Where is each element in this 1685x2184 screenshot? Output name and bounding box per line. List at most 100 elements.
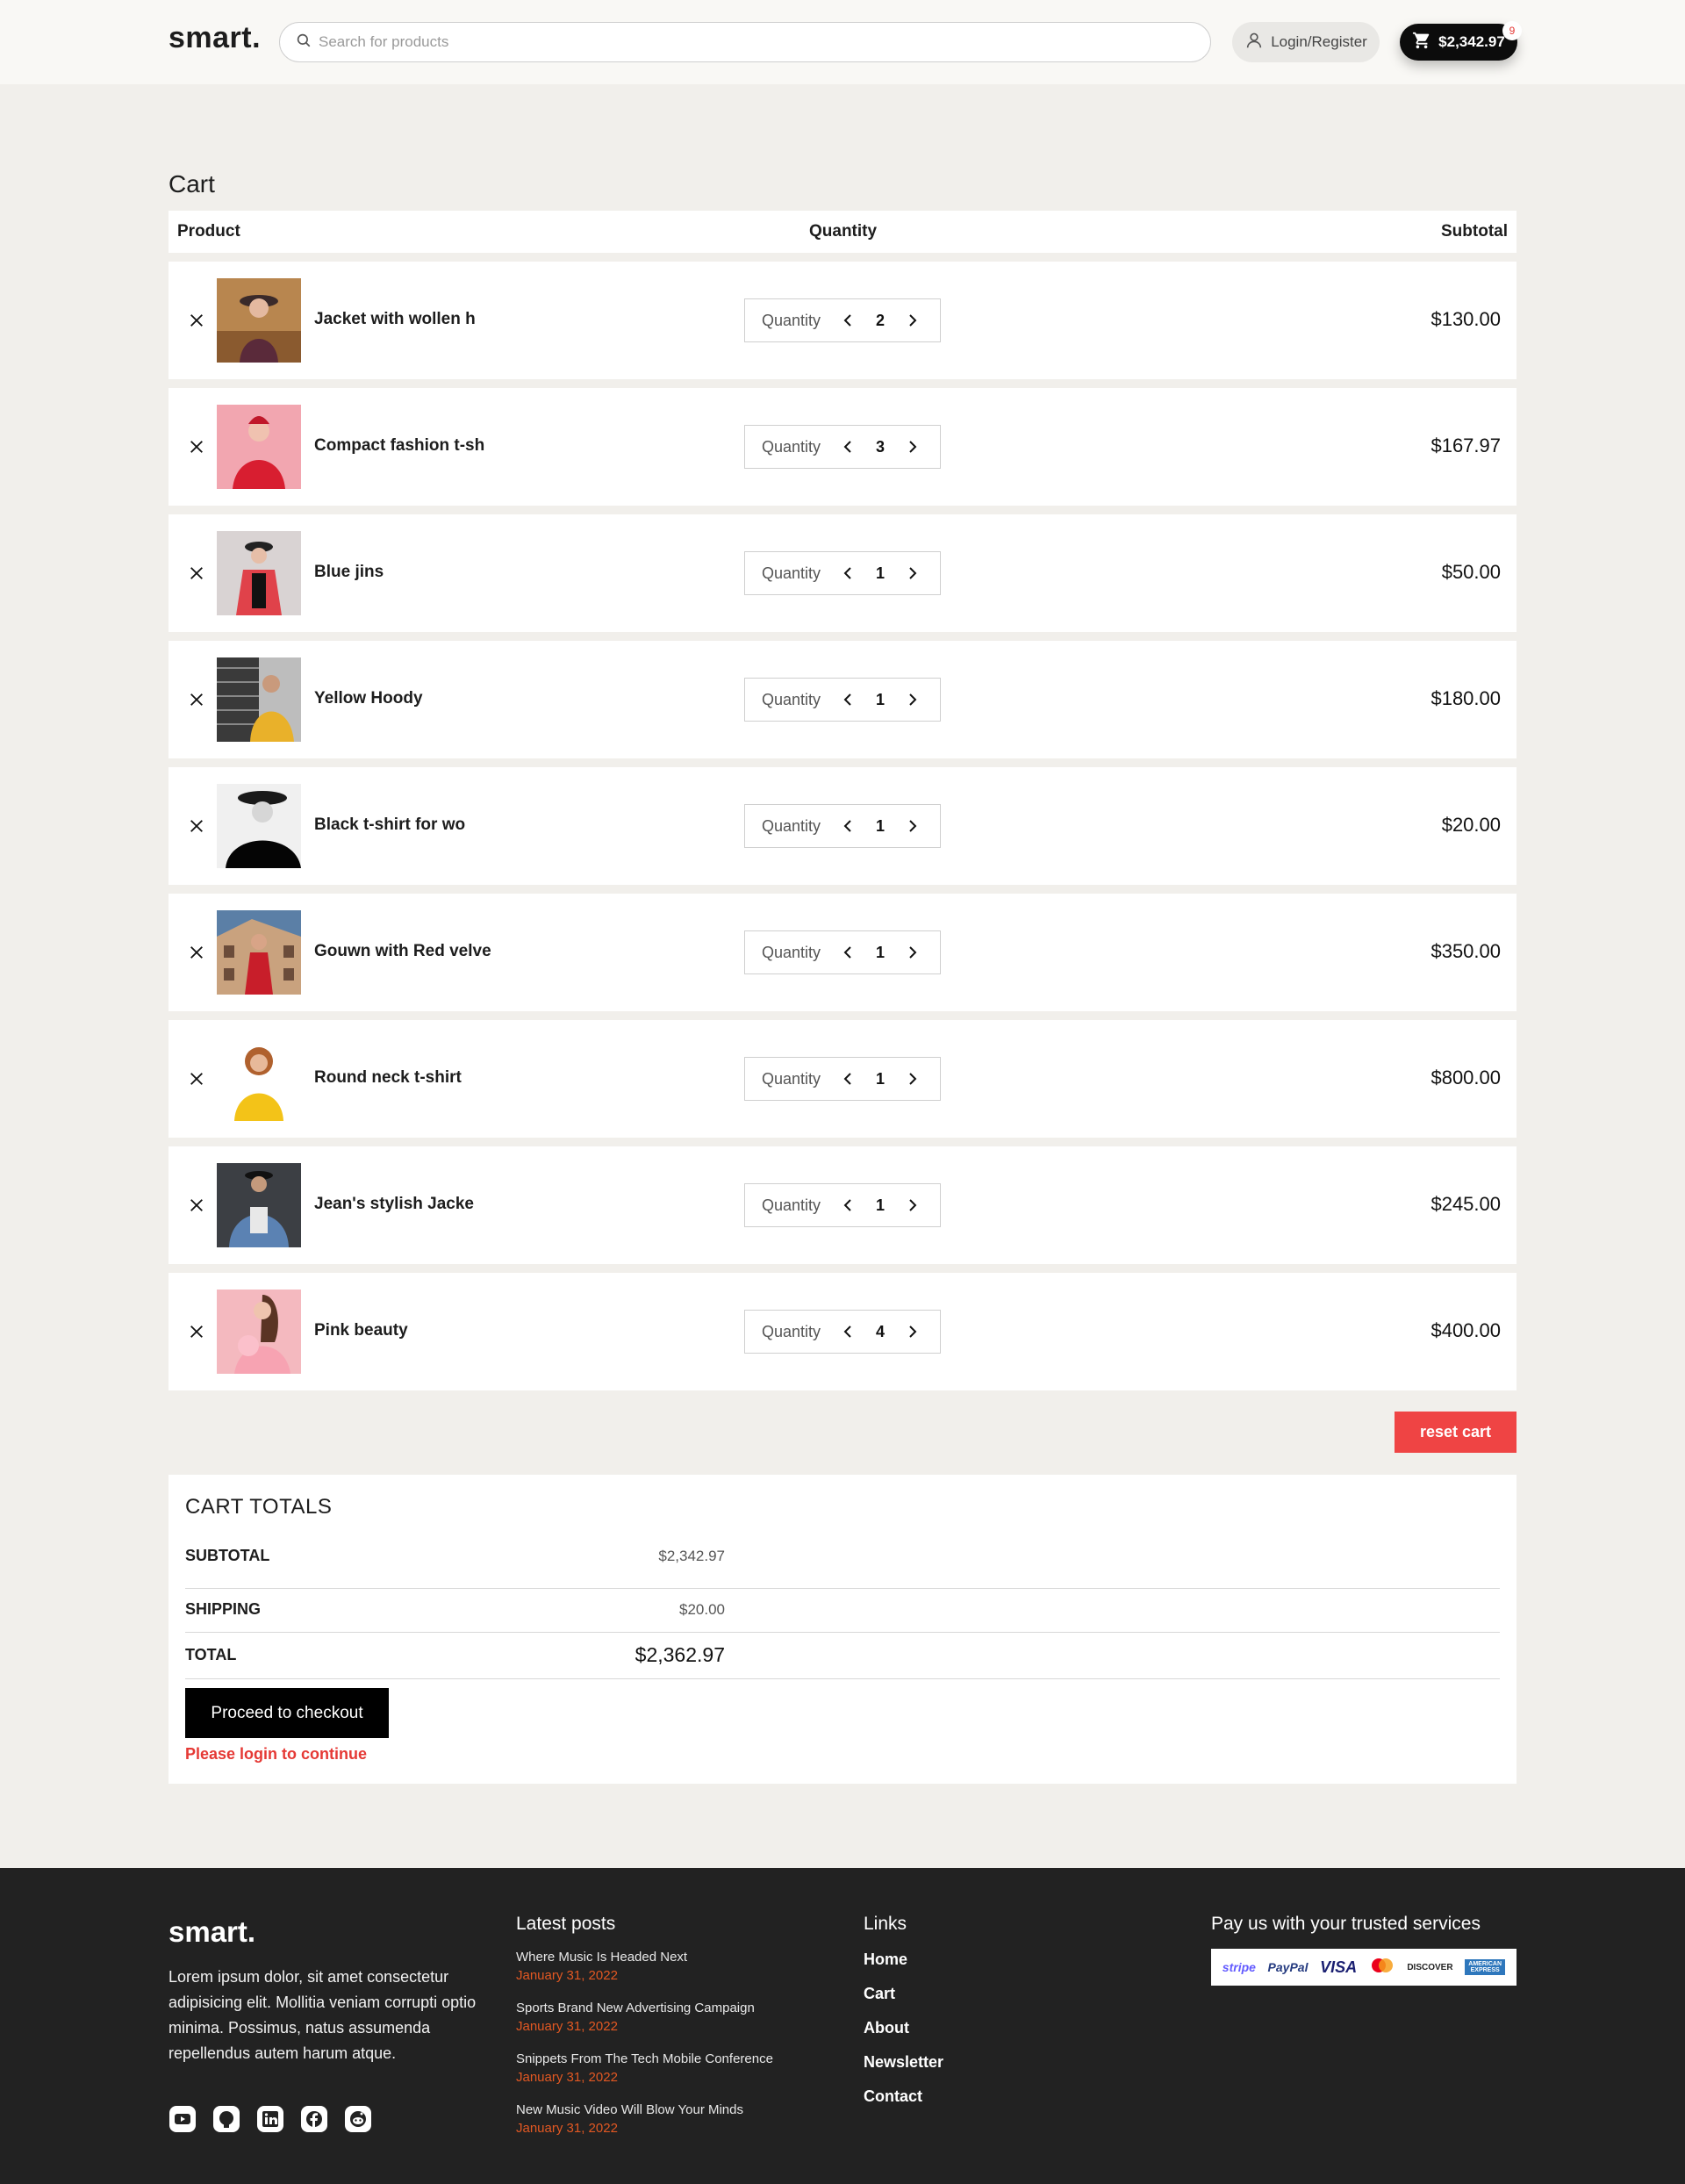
cart-row: Blue jins Quantity 1 $50.00 [168, 514, 1516, 632]
increase-quantity-icon[interactable] [907, 944, 921, 961]
increase-quantity-icon[interactable] [907, 691, 921, 708]
facebook-icon[interactable] [300, 2105, 328, 2133]
cart-row: Pink beauty Quantity 4 $400.00 [168, 1273, 1516, 1390]
decrease-quantity-icon[interactable] [842, 438, 856, 456]
post-title[interactable]: New Music Video Will Blow Your Minds [516, 2101, 850, 2119]
footer-link-newsletter[interactable]: Newsletter [864, 2051, 943, 2086]
increase-quantity-icon[interactable] [907, 312, 921, 329]
decrease-quantity-icon[interactable] [842, 691, 856, 708]
remove-item-icon[interactable] [186, 436, 207, 457]
amex-logo: AMERICAN EXPRESS [1465, 1959, 1506, 1975]
footer-logo[interactable]: smart. [168, 1915, 255, 1949]
post-date: January 31, 2022 [516, 2019, 618, 2034]
decrease-quantity-icon[interactable] [842, 312, 856, 329]
remove-item-icon[interactable] [186, 942, 207, 963]
remove-item-icon[interactable] [186, 1195, 207, 1216]
remove-item-icon[interactable] [186, 689, 207, 710]
product-name[interactable]: Black t-shirt for wo [314, 815, 465, 835]
total-value: $2,362.97 [635, 1643, 725, 1666]
quantity-label: Quantity [762, 1070, 821, 1088]
mastercard-icon [1369, 1957, 1395, 1979]
total-row: TOTAL $2,362.97 [185, 1633, 1500, 1679]
youtube-icon[interactable] [168, 2105, 197, 2133]
remove-item-icon[interactable] [186, 310, 207, 331]
product-name[interactable]: Pink beauty [314, 1321, 408, 1340]
product-thumbnail[interactable] [217, 405, 301, 489]
cart-row: Black t-shirt for wo Quantity 1 $20.00 [168, 767, 1516, 885]
search-bar[interactable] [279, 22, 1211, 62]
reddit-icon[interactable] [344, 2105, 372, 2133]
product-thumbnail[interactable] [217, 531, 301, 615]
increase-quantity-icon[interactable] [907, 1323, 921, 1340]
quantity-label: Quantity [762, 1323, 821, 1340]
increase-quantity-icon[interactable] [907, 1070, 921, 1088]
reset-cart-button[interactable]: reset cart [1395, 1412, 1516, 1453]
product-thumbnail[interactable] [217, 657, 301, 742]
post-title[interactable]: Sports Brand New Advertising Campaign [516, 2000, 850, 2017]
product-name[interactable]: Gouwn with Red velve [314, 942, 491, 961]
item-subtotal: $50.00 [1441, 561, 1501, 583]
search-icon [296, 32, 319, 53]
post-item[interactable]: Where Music Is Headed Next January 31, 2… [516, 1949, 850, 2000]
latest-posts-list: Where Music Is Headed Next January 31, 2… [516, 1949, 850, 2152]
cart-count-badge: 9 [1502, 21, 1522, 40]
login-register-button[interactable]: Login/Register [1232, 22, 1380, 62]
linkedin-icon[interactable] [256, 2105, 284, 2133]
site-logo[interactable]: smart. [168, 21, 261, 55]
increase-quantity-icon[interactable] [907, 1196, 921, 1214]
login-required-message: Please login to continue [185, 1745, 368, 1763]
product-thumbnail[interactable] [217, 278, 301, 363]
header-cart-button[interactable]: $2,342.97 [1400, 24, 1517, 61]
quantity-value: 2 [876, 312, 886, 329]
product-name[interactable]: Yellow Hoody [314, 689, 423, 708]
post-date: January 31, 2022 [516, 2070, 618, 2085]
post-item[interactable]: Snippets From The Tech Mobile Conference… [516, 2051, 850, 2101]
post-title[interactable]: Snippets From The Tech Mobile Conference [516, 2051, 850, 2068]
footer-link-about[interactable]: About [864, 2017, 943, 2051]
decrease-quantity-icon[interactable] [842, 1070, 856, 1088]
post-item[interactable]: Sports Brand New Advertising Campaign Ja… [516, 2000, 850, 2051]
post-date: January 31, 2022 [516, 1968, 618, 1983]
quantity-label: Quantity [762, 312, 821, 329]
post-item[interactable]: New Music Video Will Blow Your Minds Jan… [516, 2101, 850, 2152]
increase-quantity-icon[interactable] [907, 817, 921, 835]
item-subtotal: $180.00 [1430, 687, 1501, 709]
post-title[interactable]: Where Music Is Headed Next [516, 1949, 850, 1966]
product-thumbnail[interactable] [217, 1037, 301, 1121]
proceed-to-checkout-button[interactable]: Proceed to checkout [185, 1688, 389, 1738]
search-input[interactable] [319, 33, 1187, 51]
remove-item-icon[interactable] [186, 563, 207, 584]
total-label: TOTAL [185, 1646, 237, 1663]
quantity-stepper: Quantity 1 [744, 1183, 941, 1227]
decrease-quantity-icon[interactable] [842, 817, 856, 835]
quantity-stepper: Quantity 3 [744, 425, 941, 469]
product-thumbnail[interactable] [217, 1290, 301, 1374]
quantity-stepper: Quantity 2 [744, 298, 941, 342]
product-name[interactable]: Compact fashion t-sh [314, 436, 484, 456]
github-icon[interactable] [212, 2105, 240, 2133]
item-subtotal: $400.00 [1430, 1319, 1501, 1341]
remove-item-icon[interactable] [186, 1321, 207, 1342]
decrease-quantity-icon[interactable] [842, 564, 856, 582]
quantity-stepper: Quantity 1 [744, 930, 941, 974]
footer-link-contact[interactable]: Contact [864, 2086, 943, 2120]
product-thumbnail[interactable] [217, 1163, 301, 1247]
product-thumbnail[interactable] [217, 784, 301, 868]
decrease-quantity-icon[interactable] [842, 1196, 856, 1214]
product-name[interactable]: Blue jins [314, 563, 384, 582]
decrease-quantity-icon[interactable] [842, 944, 856, 961]
remove-item-icon[interactable] [186, 815, 207, 837]
increase-quantity-icon[interactable] [907, 564, 921, 582]
increase-quantity-icon[interactable] [907, 438, 921, 456]
product-name[interactable]: Round neck t-shirt [314, 1068, 462, 1088]
footer-link-cart[interactable]: Cart [864, 1983, 943, 2017]
product-name[interactable]: Jean's stylish Jacke [314, 1195, 474, 1214]
decrease-quantity-icon[interactable] [842, 1323, 856, 1340]
quantity-value: 4 [876, 1323, 886, 1340]
quantity-label: Quantity [762, 1196, 821, 1214]
product-thumbnail[interactable] [217, 910, 301, 995]
cart-totals-panel: CART TOTALS SUBTOTAL $2,342.97 SHIPPING … [168, 1475, 1516, 1784]
footer-link-home[interactable]: Home [864, 1949, 943, 1983]
product-name[interactable]: Jacket with wollen h [314, 310, 476, 329]
remove-item-icon[interactable] [186, 1068, 207, 1089]
